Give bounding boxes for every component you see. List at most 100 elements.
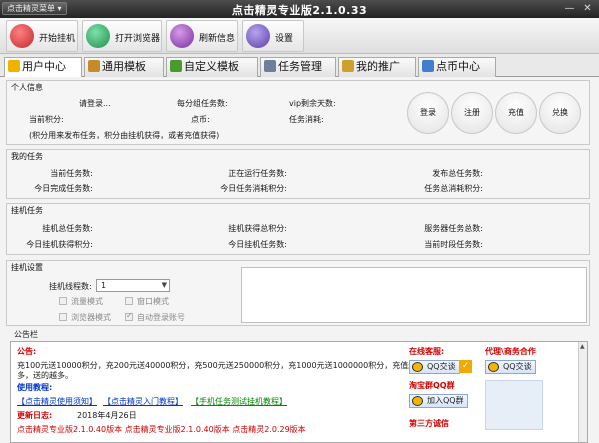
- hang-settings-group: 挂机设置 挂机线程数: 流量模式 窗口模式 浏览器模式 自动登录账号: [6, 260, 590, 326]
- group-title: 我的任务: [11, 152, 43, 161]
- link-usage-notice[interactable]: 【点击精灵使用须知】: [17, 396, 97, 407]
- window-title: 点击精灵专业版2.1.0.33: [231, 4, 368, 17]
- refresh-icon: [170, 24, 194, 48]
- browser-icon: [86, 24, 110, 48]
- today-hang-tasks-label: 今日挂机任务数:: [228, 240, 287, 249]
- toolbar: 开始挂机 打开浏览器 刷新信息 设置: [0, 18, 599, 54]
- notice-scrollbar[interactable]: ▲: [578, 342, 587, 442]
- open-browser-label: 打开浏览器: [115, 34, 161, 44]
- qq-label: QQ交谈: [427, 362, 456, 371]
- today-consume-label: 今日任务消耗积分:: [220, 184, 287, 193]
- notice-board: 公告: 充100元送10000积分，充200元送40000积分，充500元送25…: [10, 341, 588, 443]
- login-button[interactable]: 登录: [407, 92, 449, 134]
- settings-button[interactable]: 设置: [242, 20, 304, 52]
- tab-task-management[interactable]: 任务管理: [260, 57, 336, 77]
- service-title: 在线客服:: [409, 347, 445, 356]
- settings-label: 设置: [275, 34, 294, 44]
- published-total-label: 发布总任务数:: [432, 169, 483, 178]
- tab-user-center[interactable]: 用户中心: [4, 57, 82, 78]
- total-consume-label: 任务总消耗积分:: [424, 184, 483, 193]
- recharge-button[interactable]: 充值: [495, 92, 537, 134]
- update-line: 点击精灵专业版2.1.0.40版本 点击精灵专业版2.1.0.40版本 点击精灵…: [17, 425, 306, 434]
- qq-group-title: 淘宝群QQ群: [409, 381, 455, 390]
- hang-tasks-group: 挂机任务 挂机总任务数: 挂机获得总积分: 服务器任务总数: 今日挂机获得积分:…: [6, 203, 590, 255]
- server-total-label: 服务器任务总数:: [424, 224, 483, 233]
- tutorial-heading: 使用教程:: [17, 383, 53, 392]
- qq-group-icon: [412, 396, 423, 406]
- notice-heading: 公告:: [17, 347, 37, 356]
- tools-icon: [88, 60, 100, 72]
- tab-label: 用户中心: [22, 60, 66, 73]
- tab-label: 我的推广: [356, 60, 400, 73]
- notice-line-2: 多，送的越多。: [17, 371, 73, 380]
- join-qq-group-button[interactable]: 加入QQ群: [409, 394, 468, 408]
- qq-icon: [488, 362, 499, 372]
- promo-image: [485, 380, 543, 430]
- join-group-label: 加入QQ群: [427, 396, 464, 405]
- current-points-label: 当前积分:: [29, 115, 64, 124]
- settings-log-box: [241, 267, 587, 323]
- gear-icon: [246, 24, 270, 48]
- tab-label: 通用模板: [102, 60, 146, 73]
- my-tasks-group: 我的任务 当前任务数: 正在运行任务数: 发布总任务数: 今日完成任务数: 今日…: [6, 149, 590, 199]
- personal-info-group: 个人信息 请登录... 每分组任务数: vip剩余天数: 当前积分: 点币: 任…: [6, 80, 590, 145]
- current-period-label: 当前时段任务数:: [424, 240, 483, 249]
- star-icon: [8, 60, 20, 72]
- agent-qq-button[interactable]: QQ交谈: [485, 360, 536, 374]
- tab-coin-center[interactable]: 点币中心: [418, 57, 496, 77]
- tab-label: 任务管理: [278, 60, 322, 73]
- tab-my-promotion[interactable]: 我的推广: [338, 57, 416, 77]
- tab-general-template[interactable]: 通用模板: [84, 57, 164, 77]
- flag-icon: [422, 60, 434, 72]
- agent-title: 代理\商务合作: [485, 347, 536, 356]
- group-title: 个人信息: [11, 83, 43, 92]
- points-note: (积分用来发布任务，积分由挂机获得，或者充值获得): [29, 131, 220, 140]
- per-group-tasks-label: 每分组任务数:: [177, 99, 228, 108]
- browser-mode-label: 浏览器模式: [71, 313, 111, 322]
- start-hang-label: 开始挂机: [39, 34, 76, 44]
- today-hang-points-label: 今日挂机获得积分:: [26, 240, 93, 249]
- vip-days-label: vip剩余天数:: [289, 99, 336, 108]
- update-date: 2018年4月26日: [77, 411, 137, 420]
- window-mode-label: 窗口模式: [137, 297, 169, 306]
- coins-label: 点币:: [191, 115, 210, 124]
- user-center-panel: 个人信息 请登录... 每分组任务数: vip剩余天数: 当前积分: 点币: 任…: [0, 77, 599, 443]
- group-title: 挂机任务: [11, 206, 43, 215]
- group-title: 挂机设置: [11, 263, 43, 272]
- tab-custom-template[interactable]: 自定义模板: [166, 57, 258, 77]
- update-heading: 更新日志:: [17, 411, 53, 420]
- hang-points-total-label: 挂机获得总积分:: [228, 224, 287, 233]
- today-done-label: 今日完成任务数:: [34, 184, 93, 193]
- link-mobile-tutorial[interactable]: 【手机任务测试挂机教程】: [191, 396, 287, 407]
- scroll-up-icon[interactable]: ▲: [580, 343, 585, 350]
- running-tasks-label: 正在运行任务数:: [228, 169, 287, 178]
- close-button[interactable]: ✕: [581, 2, 594, 15]
- start-hang-button[interactable]: 开始挂机: [6, 20, 78, 52]
- browser-mode-checkbox[interactable]: [59, 313, 67, 321]
- exchange-button[interactable]: 兑换: [539, 92, 581, 134]
- tab-label: 自定义模板: [184, 60, 239, 73]
- qq-label: QQ交谈: [503, 362, 532, 371]
- login-status: 请登录...: [79, 99, 111, 108]
- third-party-title: 第三方诚信: [409, 419, 449, 428]
- tab-label: 点币中心: [436, 60, 480, 73]
- traffic-mode-checkbox[interactable]: [59, 297, 67, 305]
- register-button[interactable]: 注册: [451, 92, 493, 134]
- tab-bar: 用户中心 通用模板 自定义模板 任务管理 我的推广 点币中心: [0, 55, 599, 78]
- open-browser-button[interactable]: 打开浏览器: [82, 20, 162, 52]
- link-beginner-tutorial[interactable]: 【点击精灵入门教程】: [103, 396, 183, 407]
- service-qq-button[interactable]: QQ交谈: [409, 360, 460, 374]
- auto-login-label: 自动登录账号: [137, 313, 185, 322]
- minimize-button[interactable]: —: [563, 2, 576, 15]
- threads-label: 挂机线程数:: [49, 282, 92, 291]
- current-tasks-label: 当前任务数:: [50, 169, 93, 178]
- threads-select[interactable]: 1 ▼: [96, 279, 170, 292]
- refresh-info-label: 刷新信息: [199, 34, 236, 44]
- traffic-mode-label: 流量模式: [71, 297, 103, 306]
- chevron-down-icon: ▼: [161, 281, 167, 289]
- window-mode-checkbox[interactable]: [125, 297, 133, 305]
- document-icon: [264, 60, 276, 72]
- refresh-info-button[interactable]: 刷新信息: [166, 20, 238, 52]
- leaf-icon: [170, 60, 182, 72]
- auto-login-checkbox[interactable]: [125, 311, 133, 321]
